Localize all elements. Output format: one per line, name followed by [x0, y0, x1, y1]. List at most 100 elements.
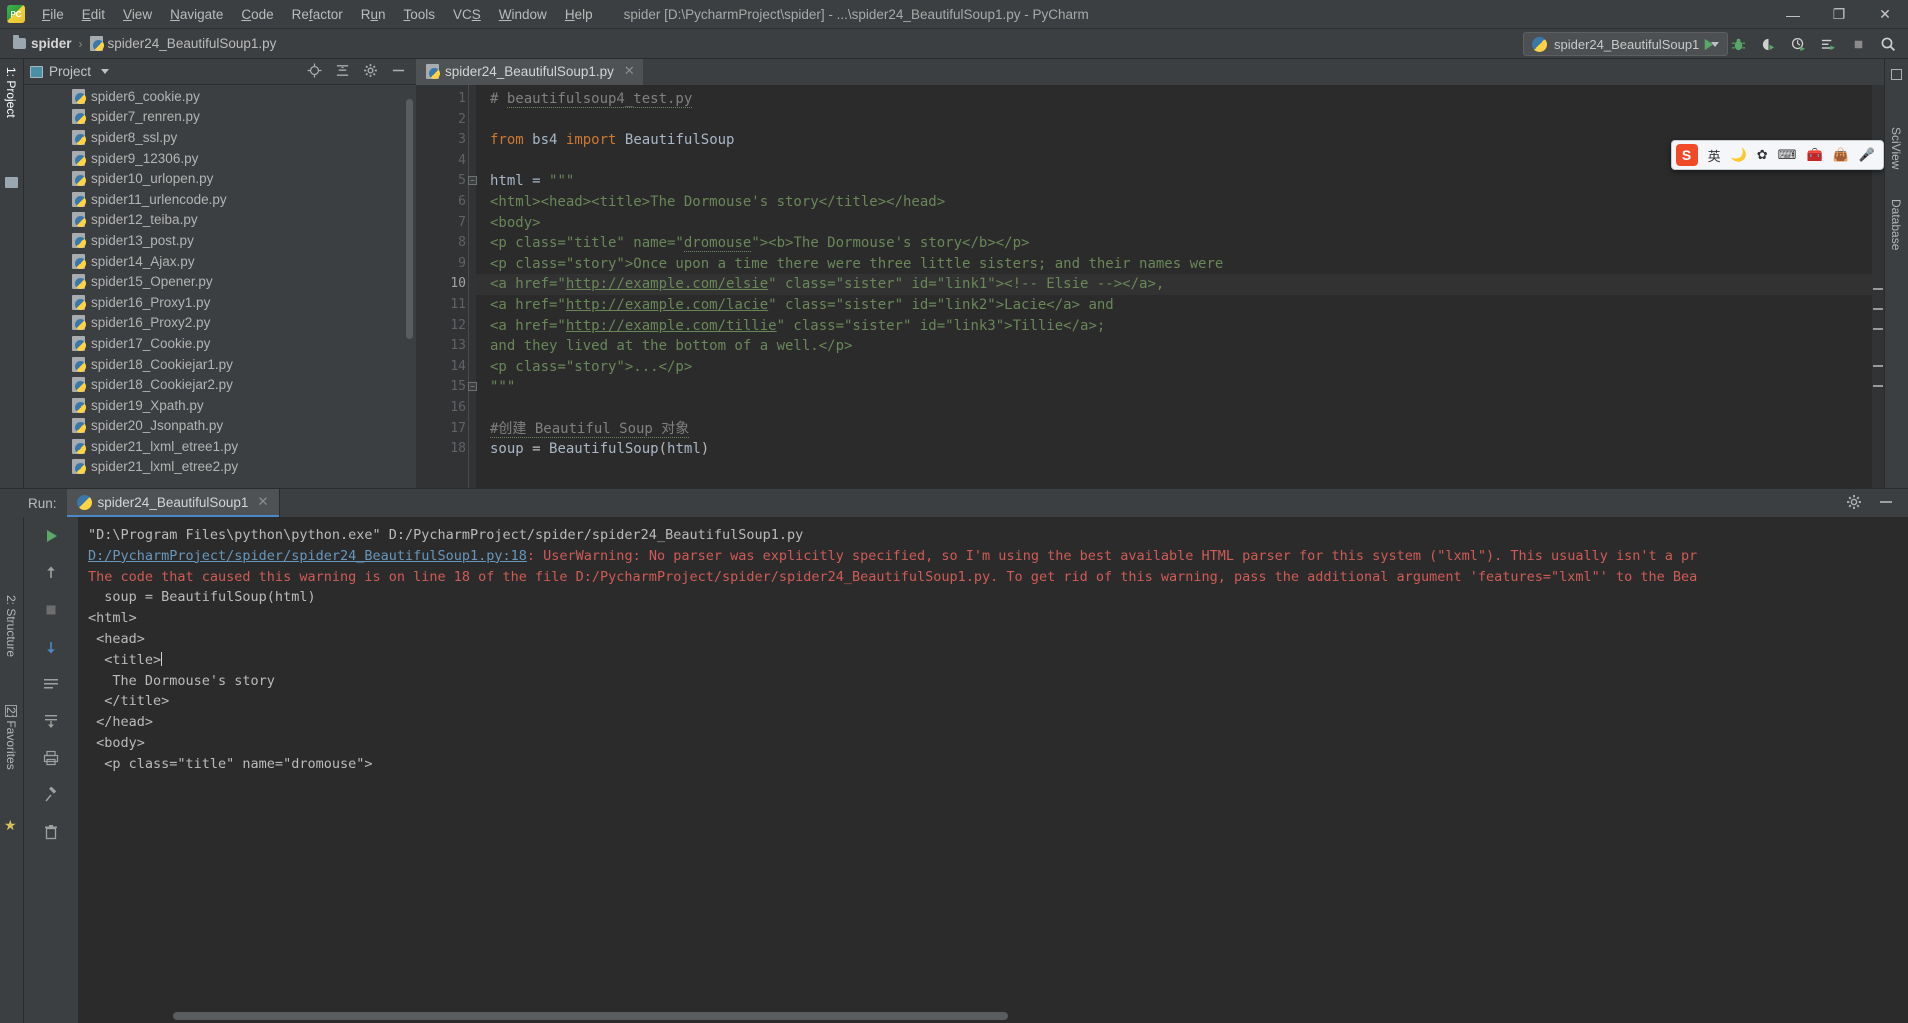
sidebar-item-project[interactable]: 1: Project: [4, 67, 18, 118]
sidebar-item-sciview[interactable]: SciView: [1889, 127, 1903, 169]
code-line[interactable]: <a href="http://example.com/lacie" class…: [490, 295, 1884, 316]
code-line[interactable]: <a href="http://example.com/elsie" class…: [476, 274, 1884, 295]
code-line[interactable]: and they lived at the bottom of a well.<…: [490, 336, 1884, 357]
breadcrumb-file[interactable]: spider24_BeautifulSoup1.py: [85, 34, 282, 53]
code-line[interactable]: <p class="title" name="dromouse"><b>The …: [490, 233, 1884, 254]
project-view-chevron-down-icon[interactable]: [101, 69, 110, 74]
project-file-item[interactable]: spider10_urlopen.py: [24, 168, 416, 189]
code-line[interactable]: #创建 Beautiful Soup 对象: [490, 419, 1884, 440]
toolbox-icon[interactable]: 🧰: [1806, 147, 1822, 163]
ime-mode-label[interactable]: 英: [1708, 146, 1721, 165]
menu-refactor[interactable]: Refactor: [283, 3, 352, 26]
code-line[interactable]: html = """: [490, 171, 1884, 192]
tab-spider24-beautifulsoup1[interactable]: spider24_BeautifulSoup1.py ✕: [416, 59, 643, 85]
stop-icon[interactable]: [38, 597, 64, 623]
project-file-item[interactable]: spider15_Opener.py: [24, 271, 416, 292]
profile-icon[interactable]: [1788, 34, 1808, 54]
minimize-button[interactable]: —: [1770, 0, 1816, 29]
down-icon[interactable]: [38, 634, 64, 660]
maximize-button[interactable]: ❐: [1816, 0, 1862, 29]
project-file-item[interactable]: spider6_cookie.py: [24, 86, 416, 107]
code-line[interactable]: # beautifulsoup4_test.py: [490, 89, 1884, 110]
ime-floating-toolbar[interactable]: S 英 🌙 ✿ ⌨ 🧰 👜 🎤: [1670, 140, 1884, 170]
project-file-item[interactable]: spider14_Ajax.py: [24, 251, 416, 272]
debug-icon[interactable]: [1728, 34, 1748, 54]
folder-icon: [13, 35, 26, 49]
menu-code[interactable]: Code: [232, 3, 282, 26]
code-line[interactable]: [490, 398, 1884, 419]
settings-gear-icon[interactable]: [1846, 494, 1862, 513]
coverage-icon[interactable]: [1758, 34, 1778, 54]
code-line[interactable]: <p class="story">...</p>: [490, 357, 1884, 378]
menu-tools[interactable]: Tools: [394, 3, 444, 26]
print-icon[interactable]: [38, 745, 64, 771]
project-file-item[interactable]: spider16_Proxy2.py: [24, 313, 416, 334]
stop-icon[interactable]: [1848, 34, 1868, 54]
soft-wrap-icon[interactable]: [38, 671, 64, 697]
editor-gutter[interactable]: 1 2 3 4 5 6 7 8 9 10 11 12 13 14 15 16 17 18: [416, 85, 476, 488]
menu-navigate[interactable]: Navigate: [161, 3, 232, 26]
project-file-item[interactable]: spider17_Cookie.py: [24, 333, 416, 354]
menu-file[interactable]: FFileile: [33, 3, 73, 26]
project-file-item[interactable]: spider8_ssl.py: [24, 127, 416, 148]
run-console-output[interactable]: "D:\Program Files\python\python.exe" D:/…: [78, 517, 1908, 1023]
settings-gear-icon[interactable]: [363, 63, 378, 81]
code-line[interactable]: <p class="story">Once upon a time there …: [490, 254, 1884, 275]
menu-edit[interactable]: Edit: [73, 3, 114, 26]
menu-help[interactable]: Help: [556, 3, 602, 26]
project-file-item[interactable]: spider11_urlencode.py: [24, 189, 416, 210]
collapse-all-icon[interactable]: [335, 63, 350, 81]
project-file-item[interactable]: spider13_post.py: [24, 230, 416, 251]
code-line[interactable]: soup = BeautifulSoup(html): [490, 439, 1884, 460]
hide-panel-icon[interactable]: [1878, 494, 1894, 513]
project-file-tree[interactable]: spider6_cookie.py spider7_renren.py spider…: [24, 85, 416, 488]
project-file-item[interactable]: spider19_Xpath.py: [24, 395, 416, 416]
up-icon[interactable]: [38, 560, 64, 586]
project-file-item[interactable]: spider16_Proxy1.py: [24, 292, 416, 313]
sidebar-item-database[interactable]: Database: [1889, 199, 1903, 250]
code-fold-icon[interactable]: −: [468, 382, 477, 392]
project-file-item[interactable]: spider20_Jsonpath.py: [24, 416, 416, 437]
menu-vcs[interactable]: VCS: [444, 3, 490, 26]
project-file-item[interactable]: spider18_Cookiejar1.py: [24, 354, 416, 375]
code-line[interactable]: <html><head><title>The Dormouse's story<…: [490, 192, 1884, 213]
run-icon[interactable]: [1698, 34, 1718, 54]
project-file-item[interactable]: spider21_lxml_etree1.py: [24, 436, 416, 457]
run-tab-spider24[interactable]: spider24_BeautifulSoup1 ✕: [66, 489, 279, 517]
scroll-to-end-icon[interactable]: [38, 708, 64, 734]
keyboard-icon[interactable]: ⌨: [1778, 147, 1797, 163]
console-horizontal-scrollbar[interactable]: [173, 1012, 1008, 1020]
code-line[interactable]: <a href="http://example.com/tillie" clas…: [490, 316, 1884, 337]
breadcrumb-project[interactable]: spider: [8, 34, 77, 53]
moon-icon[interactable]: 🌙: [1731, 147, 1747, 163]
bag-icon[interactable]: 👜: [1833, 147, 1849, 163]
hide-panel-icon[interactable]: [391, 63, 406, 81]
project-file-item[interactable]: spider9_12306.py: [24, 148, 416, 169]
code-fold-icon[interactable]: −: [468, 176, 477, 186]
sidebar-item-structure[interactable]: 2: Structure: [4, 595, 18, 657]
editor-body[interactable]: 1 2 3 4 5 6 7 8 9 10 11 12 13 14 15 16 17 18 # beautifuls…: [416, 85, 1884, 488]
search-icon[interactable]: [1878, 34, 1898, 54]
flower-icon[interactable]: ✿: [1757, 147, 1768, 163]
project-file-item[interactable]: spider18_Cookiejar2.py: [24, 374, 416, 395]
project-scrollbar[interactable]: [406, 99, 413, 339]
project-file-item[interactable]: spider12_teiba.py: [24, 210, 416, 231]
menu-view[interactable]: View: [114, 3, 161, 26]
rerun-icon[interactable]: [38, 523, 64, 549]
project-file-item[interactable]: spider21_lxml_etree2.py: [24, 457, 416, 478]
close-button[interactable]: ✕: [1862, 0, 1908, 29]
mic-icon[interactable]: 🎤: [1859, 147, 1875, 163]
run-with-console-icon[interactable]: [1818, 34, 1838, 54]
locate-target-icon[interactable]: [307, 62, 322, 81]
menu-run[interactable]: Run: [352, 3, 395, 26]
code-line[interactable]: """: [490, 377, 1884, 398]
close-icon[interactable]: ✕: [257, 494, 268, 510]
menu-window[interactable]: Window: [490, 3, 556, 26]
project-file-item[interactable]: spider7_renren.py: [24, 107, 416, 128]
trash-icon[interactable]: [38, 819, 64, 845]
close-icon[interactable]: ✕: [624, 63, 635, 79]
code-line[interactable]: <body>: [490, 213, 1884, 234]
code-line[interactable]: [490, 110, 1884, 131]
grid-icon[interactable]: [1891, 69, 1902, 80]
pin-icon[interactable]: [38, 782, 64, 808]
